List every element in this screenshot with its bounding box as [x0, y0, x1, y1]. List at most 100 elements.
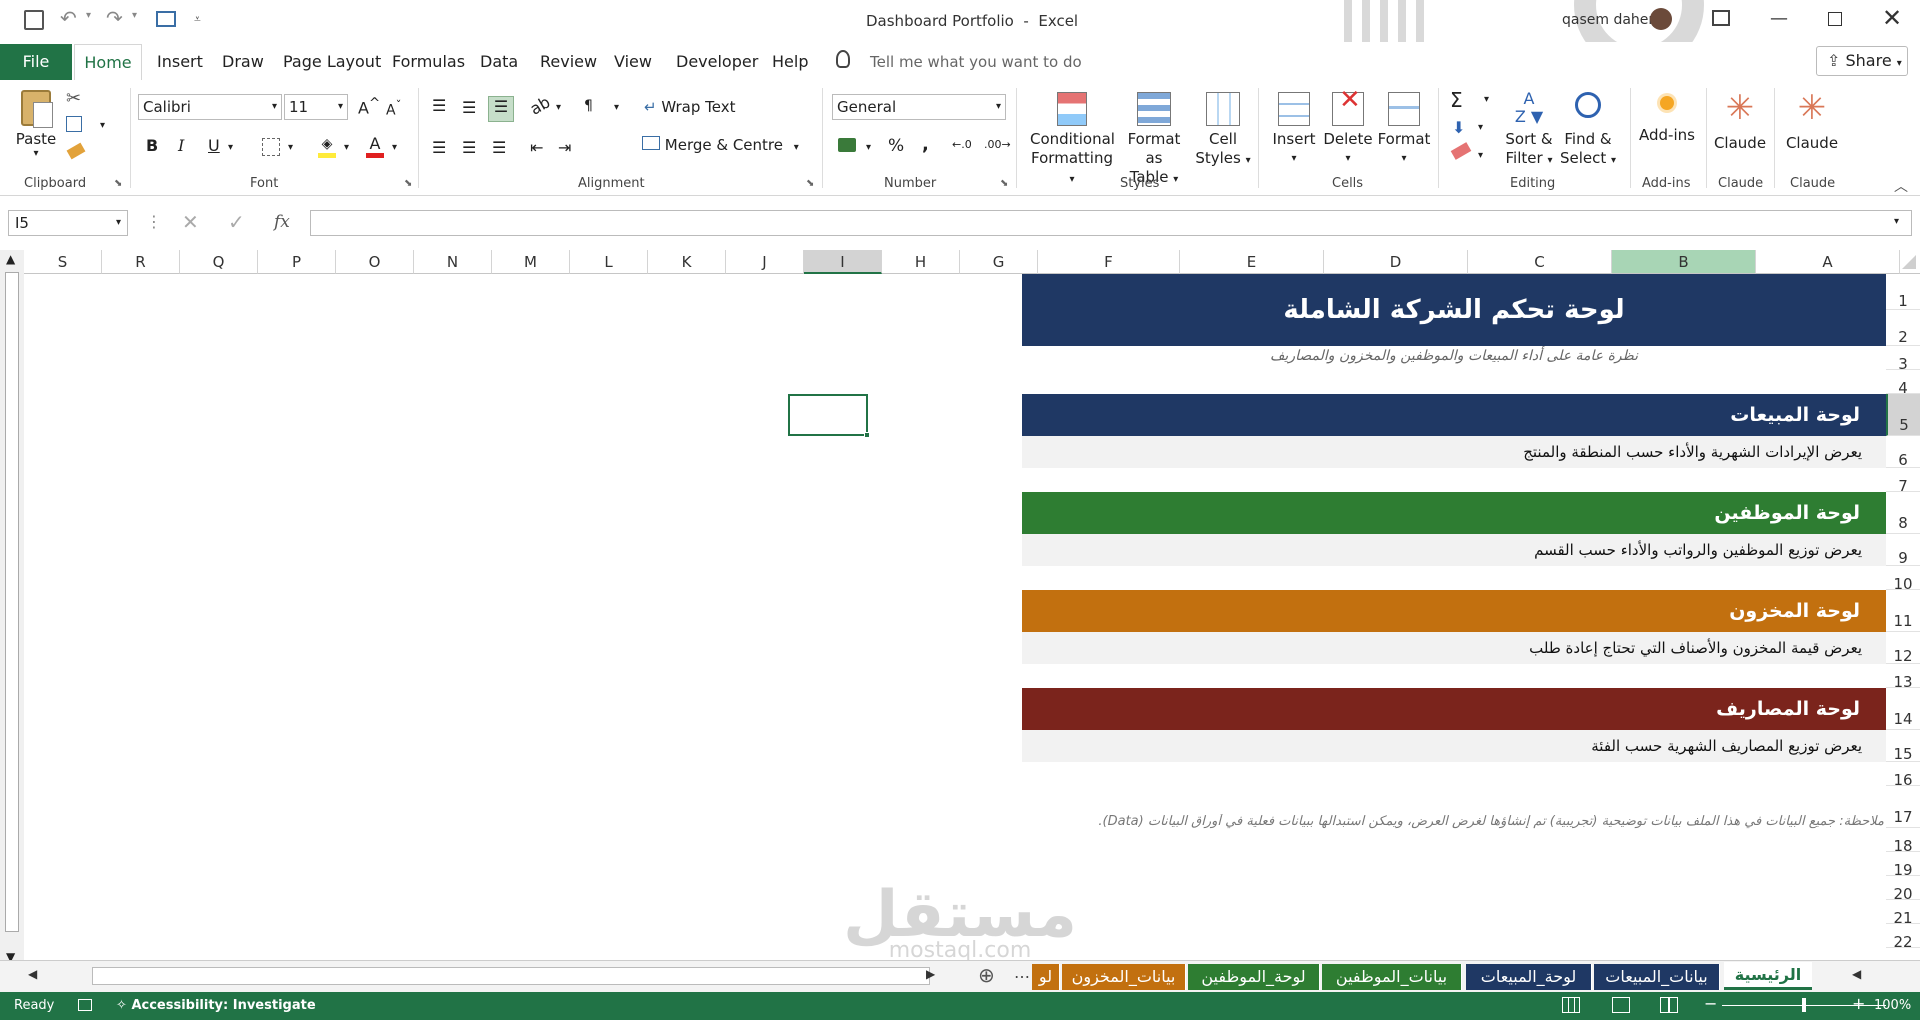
add-sheet-icon[interactable]: ⊕ — [978, 963, 995, 987]
row-header-3[interactable]: 3 — [1886, 346, 1920, 373]
autosum-dropdown-icon[interactable]: ▾ — [1484, 94, 1489, 105]
sheet-tab-4[interactable]: بيانات_الموظفين — [1322, 964, 1462, 990]
align-center-icon[interactable]: ☰ — [462, 138, 476, 157]
row-header-13[interactable]: 13 — [1886, 664, 1920, 691]
dialog-launcher-icon[interactable]: ⬊ — [1000, 178, 1008, 189]
row-header-9[interactable]: 9 — [1886, 534, 1920, 567]
delete-cells-button[interactable]: ✕ Delete ▾ — [1320, 87, 1376, 168]
percent-button[interactable]: % — [888, 136, 904, 156]
zoom-out-icon[interactable]: − — [1704, 994, 1717, 1013]
accounting-format-icon[interactable] — [838, 138, 856, 152]
column-header-q[interactable]: Q — [180, 250, 258, 274]
dialog-launcher-icon[interactable]: ⬊ — [404, 178, 412, 189]
insert-function-icon[interactable]: fx — [274, 212, 290, 232]
customize-toolbar-icon[interactable]: ⩡ — [194, 12, 201, 27]
borders-dropdown-icon[interactable]: ▾ — [288, 142, 293, 153]
minimize-icon[interactable]: — — [1770, 8, 1788, 29]
column-header-r[interactable]: R — [102, 250, 180, 274]
row-header-11[interactable]: 11 — [1886, 590, 1920, 632]
align-right-icon[interactable]: ☰ — [492, 138, 506, 157]
row-header-4[interactable]: 4 — [1886, 370, 1920, 397]
decrease-font-icon[interactable]: Aˇ — [386, 98, 401, 119]
macro-icon[interactable] — [78, 999, 92, 1011]
copy-icon[interactable] — [66, 116, 82, 132]
row-header-14[interactable]: 14 — [1886, 688, 1920, 730]
enter-icon[interactable]: ✓ — [228, 210, 245, 234]
fill-icon[interactable]: ⬇ — [1452, 118, 1465, 137]
tab-home[interactable]: Home — [74, 44, 142, 82]
sheet-tab-5[interactable]: لوحة_الموظفين — [1188, 964, 1320, 990]
copy-dropdown-icon[interactable]: ▾ — [100, 120, 105, 131]
section-employees-title[interactable]: لوحة الموظفين — [1022, 492, 1886, 534]
restore-icon[interactable] — [1828, 12, 1842, 26]
section-sales-title[interactable]: لوحة المبيعات — [1022, 394, 1886, 436]
formula-input[interactable] — [310, 210, 1912, 236]
row-header-17[interactable]: 17 — [1886, 786, 1920, 828]
clear-dropdown-icon[interactable]: ▾ — [1478, 150, 1483, 161]
name-box[interactable]: I5 ▾ — [8, 210, 128, 236]
find-select-button[interactable]: Find & Select ▾ — [1558, 90, 1618, 170]
comma-button[interactable]: , — [922, 134, 929, 155]
tab-data[interactable]: Data — [480, 52, 518, 71]
sheet-tab-6[interactable]: بيانات_المخزون — [1062, 964, 1186, 990]
tab-formulas[interactable]: Formulas — [392, 52, 465, 71]
tab-review[interactable]: Review — [540, 52, 597, 71]
dialog-launcher-icon[interactable]: ⬊ — [114, 178, 122, 189]
column-header-i[interactable]: I — [804, 250, 882, 274]
text-direction-dropdown-icon[interactable]: ▾ — [614, 102, 619, 113]
merge-centre-button[interactable]: Merge & Centre ▾ — [642, 136, 799, 154]
fill-dropdown-icon[interactable]: ▾ — [1478, 122, 1483, 133]
redo-dropdown-icon[interactable]: ▾ — [132, 10, 137, 21]
add-ins-button[interactable]: Add-ins — [1636, 96, 1698, 145]
undo-icon[interactable]: ↶ — [60, 6, 77, 30]
fill-dropdown-icon[interactable]: ▾ — [344, 142, 349, 153]
redo-icon[interactable]: ↷ — [106, 6, 123, 30]
font-color-dropdown-icon[interactable]: ▾ — [392, 142, 397, 153]
increase-decimal-icon[interactable]: ←.0 — [952, 138, 972, 151]
increase-indent-icon[interactable]: ⇥ — [558, 138, 571, 157]
orientation-dropdown-icon[interactable]: ▾ — [556, 102, 561, 113]
column-header-p[interactable]: P — [258, 250, 336, 274]
column-header-d[interactable]: D — [1324, 250, 1468, 274]
align-left-icon[interactable]: ☰ — [432, 138, 446, 157]
section-inventory-title[interactable]: لوحة المخزون — [1022, 590, 1886, 632]
column-header-b[interactable]: B — [1612, 250, 1756, 274]
cancel-icon[interactable]: ✕ — [182, 210, 199, 234]
page-layout-view-icon[interactable] — [1612, 997, 1630, 1013]
scroll-up-icon[interactable]: ▲ — [6, 252, 15, 266]
font-color-icon[interactable]: A — [366, 134, 384, 158]
column-header-o[interactable]: O — [336, 250, 414, 274]
zoom-level[interactable]: 100% — [1874, 998, 1911, 1013]
dialog-launcher-icon[interactable]: ⬊ — [806, 178, 814, 189]
row-header-8[interactable]: 8 — [1886, 492, 1920, 534]
cut-icon[interactable]: ✂ — [66, 88, 81, 109]
align-top-icon[interactable]: ☰ — [432, 96, 446, 115]
format-as-table-button[interactable]: Format as Table ▾ — [1118, 92, 1190, 189]
normal-view-icon[interactable] — [1562, 997, 1580, 1013]
borders-icon[interactable] — [262, 138, 280, 156]
collapse-ribbon-icon[interactable]: ︿ — [1894, 176, 1908, 196]
bold-button[interactable]: B — [146, 136, 158, 155]
row-header-19[interactable]: 19 — [1886, 852, 1920, 879]
scroll-left-icon[interactable]: ◀ — [28, 967, 37, 981]
expand-formula-icon[interactable]: ▾ — [1894, 216, 1899, 227]
sheet-tab-3[interactable]: لوحة_المبيعات — [1466, 964, 1592, 990]
sheet-tab-7[interactable]: لو — [1032, 964, 1060, 990]
tab-draw[interactable]: Draw — [222, 52, 264, 71]
page-break-view-icon[interactable] — [1660, 997, 1678, 1013]
fill-color-icon[interactable]: ◈ — [318, 136, 336, 158]
sort-filter-button[interactable]: AZ ▼ Sort & Filter ▾ — [1500, 90, 1558, 170]
more-sheets-icon[interactable]: … — [1014, 963, 1030, 982]
increase-font-icon[interactable]: A^ — [358, 96, 380, 117]
column-header-e[interactable]: E — [1180, 250, 1324, 274]
tab-page-layout[interactable]: Page Layout — [283, 52, 381, 71]
row-header-18[interactable]: 18 — [1886, 828, 1920, 855]
font-name-select[interactable]: Calibri ▾ — [138, 94, 282, 120]
undo-dropdown-icon[interactable]: ▾ — [86, 10, 91, 21]
conditional-formatting-button[interactable]: Conditional Formatting ▾ — [1030, 92, 1115, 189]
row-header-10[interactable]: 10 — [1886, 566, 1920, 593]
format-cells-button[interactable]: Format ▾ — [1374, 92, 1434, 168]
row-header-1[interactable]: 1 — [1886, 274, 1920, 310]
number-format-select[interactable]: General ▾ — [832, 94, 1006, 120]
active-cell[interactable] — [788, 394, 870, 438]
